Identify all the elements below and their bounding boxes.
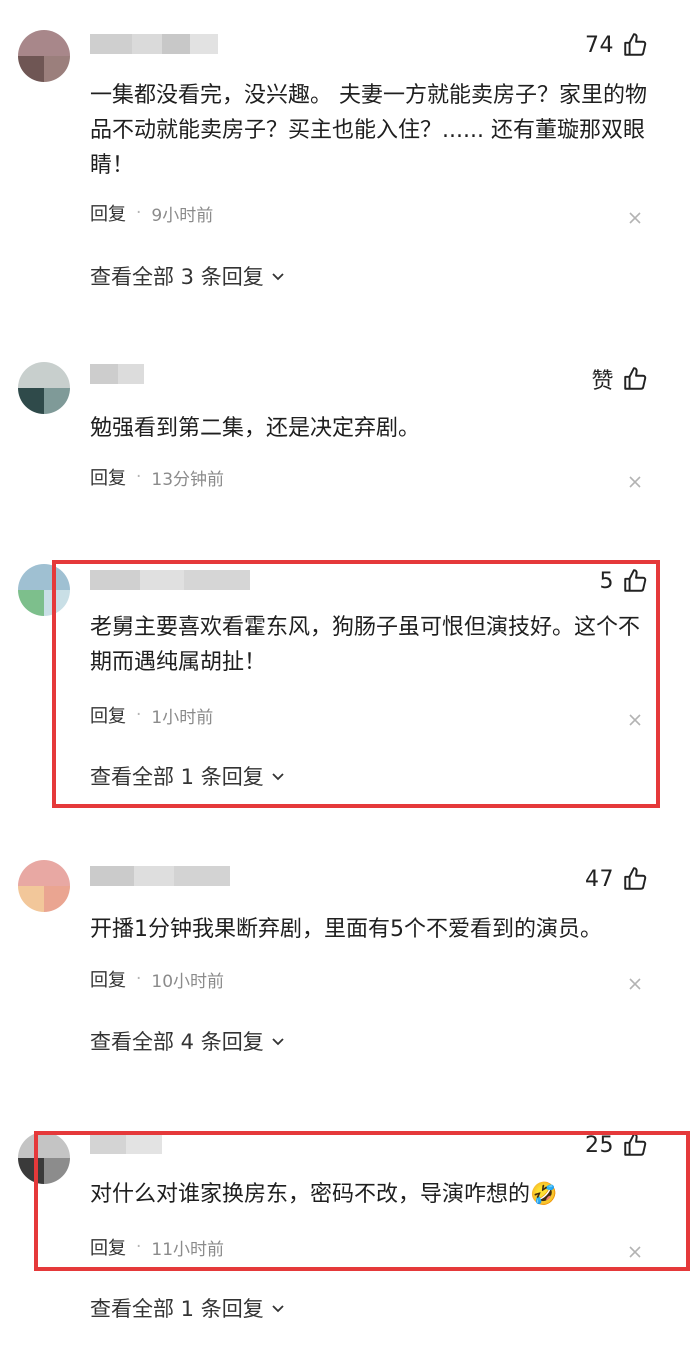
comment-meta: 回复 · 13分钟前	[90, 464, 225, 490]
separator-dot: ·	[136, 467, 142, 487]
thumbs-up-icon	[624, 867, 647, 890]
chevron-down-icon	[272, 1305, 284, 1313]
comment-time: 9小时前	[151, 205, 214, 226]
comment-time: 10小时前	[151, 971, 225, 992]
comment-4: 47 开播1分钟我果断弃剧，里面有5个不爱看到的演员。 回复 · 10小时前 查…	[0, 850, 692, 1120]
separator-dot: ·	[136, 969, 142, 989]
view-replies-label: 查看全部 4 条回复	[90, 1030, 264, 1054]
like-count: 47	[585, 866, 614, 892]
thumbs-up-icon	[624, 33, 647, 56]
comment-text: 开播1分钟我果断弃剧，里面有5个不爱看到的演员。	[90, 917, 602, 942]
comment-meta: 回复 · 10小时前	[90, 966, 225, 992]
close-icon[interactable]	[628, 211, 642, 225]
like-button[interactable]: 赞	[591, 364, 648, 394]
view-replies-label: 查看全部 3 条回复	[90, 265, 264, 289]
username-blurred[interactable]	[90, 364, 144, 384]
comment-text: 勉强看到第二集，还是决定弃剧。	[90, 416, 421, 441]
highlight-box	[34, 1131, 690, 1271]
like-button[interactable]: 74	[585, 30, 648, 60]
highlight-box	[52, 560, 660, 808]
like-count: 赞	[591, 369, 614, 394]
avatar[interactable]	[18, 30, 70, 82]
comment-2: 赞 勉强看到第二集，还是决定弃剧。 回复 · 13分钟前	[0, 320, 692, 550]
view-all-replies-button[interactable]: 查看全部 1 条回复	[90, 1293, 286, 1323]
view-replies-label: 查看全部 1 条回复	[90, 1297, 264, 1321]
username-blurred[interactable]	[90, 34, 220, 54]
avatar[interactable]	[18, 362, 70, 414]
reply-button[interactable]: 回复	[90, 464, 126, 490]
username-blurred[interactable]	[90, 866, 230, 886]
reply-button[interactable]: 回复	[90, 966, 126, 992]
close-icon[interactable]	[628, 475, 642, 489]
comment-1: 74 一集都没看完，没兴趣。 夫妻一方就能卖房子？家里的物品不动就能卖房子？买主…	[0, 0, 692, 320]
close-icon[interactable]	[628, 977, 642, 991]
separator-dot: ·	[136, 203, 142, 223]
view-all-replies-button[interactable]: 查看全部 4 条回复	[90, 1026, 286, 1056]
view-all-replies-button[interactable]: 查看全部 3 条回复	[90, 261, 286, 291]
chevron-down-icon	[272, 1038, 284, 1046]
comment-time: 13分钟前	[151, 469, 225, 490]
comment-meta: 回复 · 9小时前	[90, 200, 214, 226]
comment-text: 一集都没看完，没兴趣。 夫妻一方就能卖房子？家里的物品不动就能卖房子？买主也能入…	[90, 83, 647, 178]
chevron-down-icon	[272, 273, 284, 281]
like-button[interactable]: 47	[585, 864, 648, 894]
avatar[interactable]	[18, 860, 70, 912]
like-count: 74	[585, 32, 614, 58]
thumbs-up-icon	[624, 367, 647, 390]
reply-button[interactable]: 回复	[90, 200, 126, 226]
